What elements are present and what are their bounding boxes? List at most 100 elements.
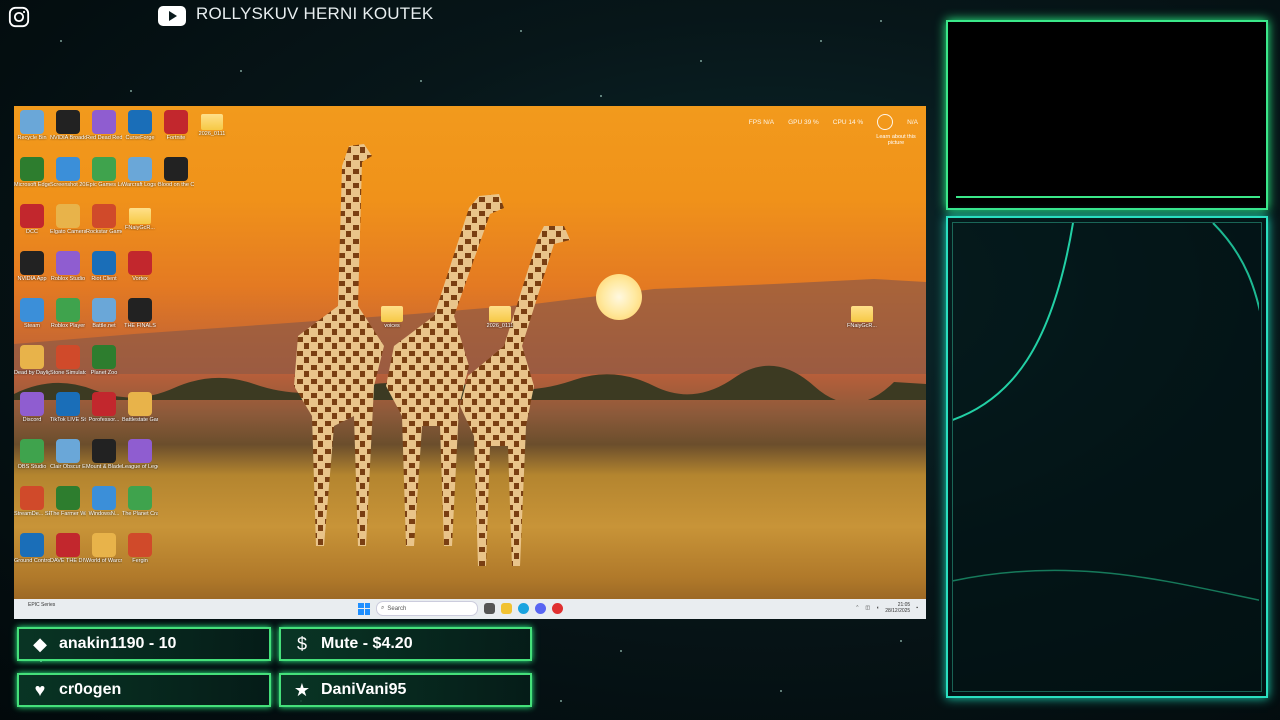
desktop-icon-label: League of Legends	[122, 464, 158, 470]
taskbar-search[interactable]: ⌕ Search	[376, 601, 478, 616]
discord-icon[interactable]	[535, 603, 546, 614]
app-icon	[20, 486, 44, 510]
desktop-icon[interactable]: Discord	[14, 392, 50, 423]
desktop-icon[interactable]: The Farmer Was Repl...	[50, 486, 86, 517]
desktop-icon[interactable]: NVIDIA App	[14, 251, 50, 282]
desktop-icon-label: TikTok LIVE Studio	[50, 417, 86, 423]
desktop-icon[interactable]: Porofessor...	[86, 392, 122, 423]
desktop-icon-label: Ground Control	[14, 558, 50, 564]
search-icon: ⌕	[381, 605, 385, 611]
desktop-icon[interactable]: StreamDe... SELive	[14, 486, 50, 517]
desktop-icon[interactable]: Blood on the Clocktowe...	[158, 157, 194, 188]
desktop-icon[interactable]: Planet Zoo	[86, 345, 122, 376]
desktop-icon[interactable]: Roblox Studio	[50, 251, 86, 282]
dollar-icon: $	[296, 633, 307, 654]
desktop-icon[interactable]: DAVE THE DIVER	[50, 533, 86, 564]
notification-icon[interactable]: ▪	[916, 605, 918, 611]
desktop-icon-label: Battle.net	[92, 323, 116, 329]
desktop-icon[interactable]	[122, 345, 158, 370]
desktop-icon[interactable]: Battlestate Games L...	[122, 392, 158, 423]
file-explorer-icon[interactable]	[501, 603, 512, 614]
tray-chevron-icon[interactable]: ⌃	[855, 605, 859, 611]
desktop-icon[interactable]: FNaiyGcR...	[122, 204, 158, 231]
desktop-icon[interactable]: Elgato Camera Hub	[50, 204, 86, 235]
desktop-icon[interactable]: Dead by Daylight	[14, 345, 50, 376]
desktop-icon[interactable]: OBS Studio	[14, 439, 50, 470]
camera-icon[interactable]	[877, 114, 894, 130]
desktop-icon[interactable]: Riot Client	[86, 251, 122, 282]
desktop-icon[interactable]: Battle.net	[86, 298, 122, 329]
desktop-icon[interactable]: Rockstar Games...	[86, 204, 122, 235]
webcam-area	[956, 30, 1260, 198]
desktop-icon[interactable]: Epic Games Launcher	[86, 157, 122, 188]
desktop-icon[interactable]: NVIDIA Broadcast	[50, 110, 86, 141]
chat-area	[942, 222, 1280, 692]
decor-lines	[942, 222, 1280, 604]
desktop-capture: Recycle Bin Microsoft Edge DCC NVIDIA App St…	[14, 106, 926, 619]
desktop-icon[interactable]: World of Warcraft	[86, 533, 122, 564]
desktop-icon-label: Mount & Blade II B...	[86, 464, 122, 470]
app-icon	[92, 298, 116, 322]
app-icon	[92, 486, 116, 510]
desktop-icon[interactable]: The Planet Crafter	[122, 486, 158, 517]
app-icon	[128, 110, 152, 134]
channel-name: ROLLYSKUV HERNI KOUTEK	[196, 4, 434, 23]
desktop-icon[interactable]: THE FINALS	[122, 298, 158, 329]
alert-top-bits: ◆ anakin1190 - 10	[17, 627, 271, 661]
desktop-icon[interactable]: TikTok LIVE Studio	[50, 392, 86, 423]
folder-icon	[129, 208, 151, 224]
desktop-icon[interactable]: Recycle Bin	[14, 110, 50, 141]
desktop-icon-label: Porofessor...	[88, 417, 120, 423]
desktop-icon[interactable]: 2026_0111	[194, 110, 230, 137]
desktop-icon-label: World of Warcraft	[86, 558, 122, 564]
desktop-icon-label: CurseForge	[125, 135, 155, 141]
app-icon	[128, 345, 152, 369]
app-icon[interactable]	[552, 603, 563, 614]
desktop-icon-label: Discord	[22, 417, 42, 423]
taskbar: EPIC Series ⌕ Search ⌃ ◫ ◖ 21:05 28/12/2…	[14, 599, 926, 619]
app-icon	[56, 345, 80, 369]
app-icon	[164, 157, 188, 181]
desktop-icon[interactable]: DCC	[14, 204, 50, 235]
taskbar-widget[interactable]: EPIC Series	[28, 602, 55, 608]
desktop-icon[interactable]: Steam	[14, 298, 50, 329]
desktop-folder-voices[interactable]: voices	[374, 302, 410, 329]
desktop-icon[interactable]: Roblox Player	[50, 298, 86, 329]
app-icon	[20, 298, 44, 322]
learn-about-picture[interactable]: Learn about this picture	[876, 134, 916, 146]
task-view-icon[interactable]	[484, 603, 495, 614]
edge-icon[interactable]	[518, 603, 529, 614]
desktop-icon[interactable]: Fergin	[122, 533, 158, 564]
desktop-icon[interactable]: Screenshot 2025-07...	[50, 157, 86, 188]
instagram-icon	[8, 6, 30, 28]
windows-start-icon[interactable]	[358, 602, 370, 615]
desktop-icon-label: Roblox Player	[50, 323, 86, 329]
folder-icon	[381, 306, 403, 322]
desktop-icon[interactable]: Vortex	[122, 251, 158, 282]
app-icon	[92, 251, 116, 275]
clock[interactable]: 21:05 28/12/2025	[885, 602, 910, 614]
desktop-icon[interactable]: WindowsN...	[86, 486, 122, 517]
star	[900, 640, 902, 642]
desktop-folder-2026[interactable]: 2026_0111	[482, 302, 518, 329]
desktop-icon[interactable]: Fortnite	[158, 110, 194, 141]
app-icon	[56, 157, 80, 181]
desktop-folder-right[interactable]: FNaiyGcR...	[844, 302, 880, 329]
volume-icon[interactable]: ◖	[876, 605, 879, 611]
desktop-icon[interactable]: Red Dead Redemptio...	[86, 110, 122, 141]
desktop-icon[interactable]: CurseForge	[122, 110, 158, 141]
desktop-icon[interactable]: Warcraft Logs Com...	[122, 157, 158, 188]
app-icon	[56, 533, 80, 557]
app-icon	[128, 486, 152, 510]
app-icon	[20, 439, 44, 463]
star-icon: ★	[293, 679, 311, 700]
network-icon[interactable]: ◫	[865, 605, 870, 611]
star	[700, 60, 702, 62]
desktop-icon[interactable]: Stone Simulator	[50, 345, 86, 376]
desktop-icon[interactable]: Clair Obscur Expedition 33	[50, 439, 86, 470]
desktop-icon[interactable]: Microsoft Edge	[14, 157, 50, 188]
desktop-icon[interactable]: Ground Control	[14, 533, 50, 564]
app-icon	[20, 251, 44, 275]
desktop-icon[interactable]: League of Legends	[122, 439, 158, 470]
desktop-icon[interactable]: Mount & Blade II B...	[86, 439, 122, 470]
